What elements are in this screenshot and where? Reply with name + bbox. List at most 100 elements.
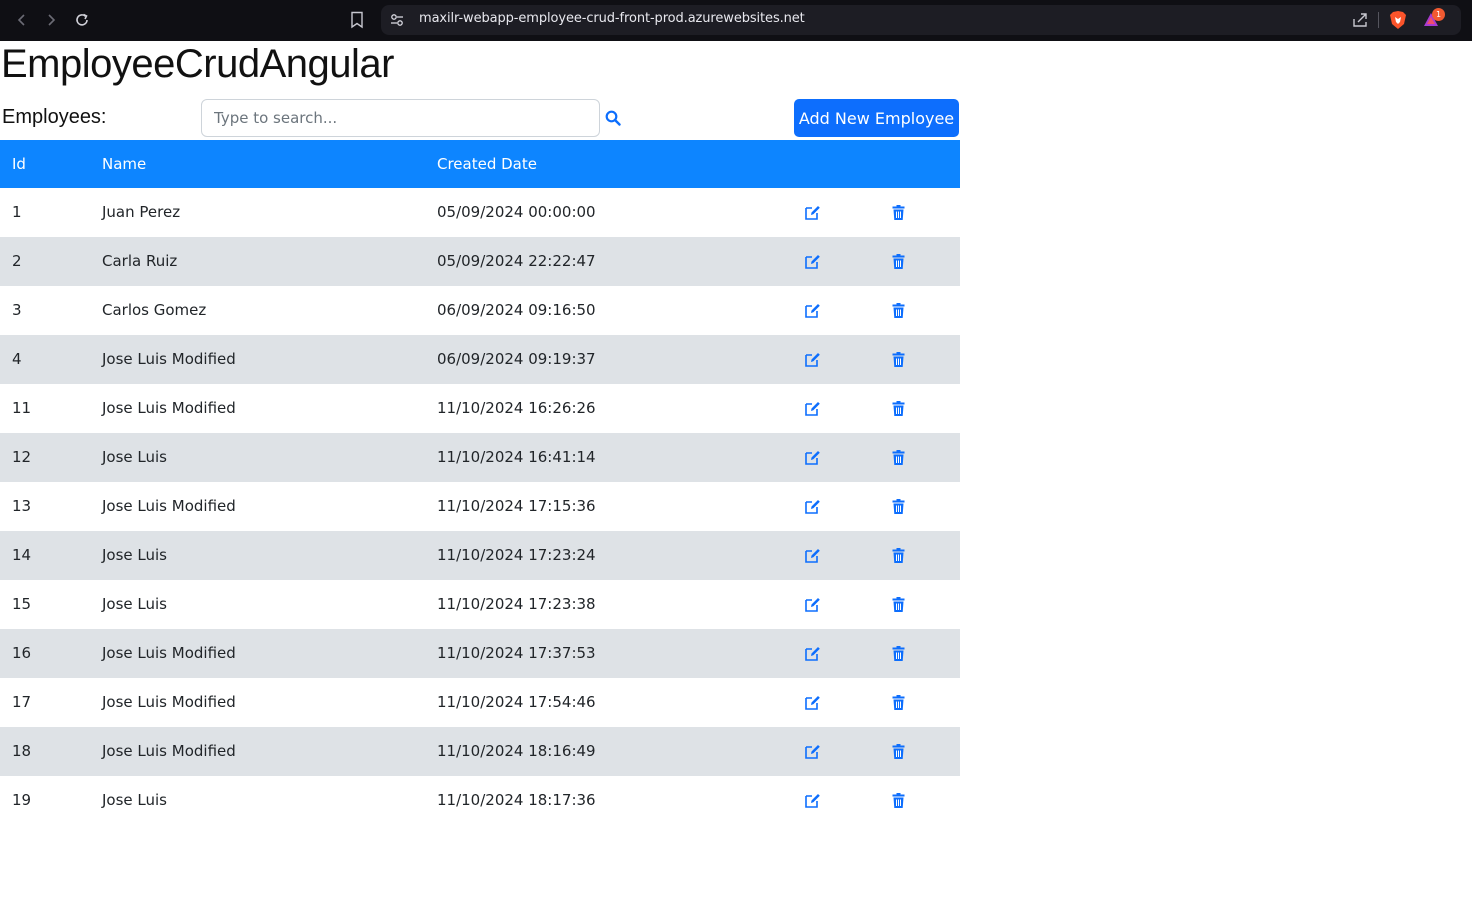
cell-created-date: 11/10/2024 16:41:14 — [437, 448, 596, 466]
column-header-id[interactable]: Id — [12, 140, 26, 188]
cell-id: 19 — [12, 791, 32, 809]
edit-icon[interactable] — [804, 743, 821, 760]
edit-icon[interactable] — [804, 351, 821, 368]
chevron-left-icon — [17, 14, 25, 26]
table-row: 17 Jose Luis Modified 11/10/2024 17:54:4… — [0, 678, 960, 727]
table-row: 2 Carla Ruiz 05/09/2024 22:22:47 — [0, 237, 960, 286]
trash-icon[interactable] — [890, 449, 907, 466]
edit-icon[interactable] — [804, 792, 821, 809]
cell-id: 1 — [12, 203, 22, 221]
table-row: 19 Jose Luis 11/10/2024 18:17:36 — [0, 776, 960, 825]
chevron-right-icon — [48, 14, 56, 26]
edit-icon[interactable] — [804, 449, 821, 466]
edit-icon[interactable] — [804, 498, 821, 515]
trash-icon[interactable] — [890, 547, 907, 564]
edit-icon[interactable] — [804, 596, 821, 613]
toolbar-divider — [1378, 12, 1379, 28]
reload-icon — [76, 13, 88, 26]
edit-icon[interactable] — [804, 694, 821, 711]
reload-button[interactable] — [71, 9, 93, 31]
forward-button[interactable] — [40, 9, 62, 31]
back-button[interactable] — [11, 9, 33, 31]
cell-created-date: 06/09/2024 09:19:37 — [437, 350, 596, 368]
edit-icon[interactable] — [804, 400, 821, 417]
cell-name: Jose Luis Modified — [102, 497, 236, 515]
table-row: 18 Jose Luis Modified 11/10/2024 18:16:4… — [0, 727, 960, 776]
cell-created-date: 11/10/2024 17:15:36 — [437, 497, 596, 515]
table-row: 16 Jose Luis Modified 11/10/2024 17:37:5… — [0, 629, 960, 678]
edit-icon[interactable] — [804, 204, 821, 221]
cell-name: Jose Luis Modified — [102, 644, 236, 662]
trash-icon[interactable] — [890, 645, 907, 662]
trash-icon[interactable] — [890, 694, 907, 711]
cell-created-date: 05/09/2024 00:00:00 — [437, 203, 596, 221]
cell-name: Carlos Gomez — [102, 301, 207, 319]
url-text: maxilr-webapp-employee-crud-front-prod.a… — [419, 11, 805, 26]
table-header: Id Name Created Date — [0, 140, 960, 188]
trash-icon[interactable] — [890, 351, 907, 368]
table-row: 11 Jose Luis Modified 11/10/2024 16:26:2… — [0, 384, 960, 433]
search-input[interactable] — [201, 99, 600, 137]
employees-label: Employees: — [2, 106, 107, 128]
cell-id: 3 — [12, 301, 22, 319]
cell-name: Carla Ruiz — [102, 252, 178, 270]
trash-icon[interactable] — [890, 596, 907, 613]
cell-created-date: 11/10/2024 16:26:26 — [437, 399, 596, 417]
table-row: 3 Carlos Gomez 06/09/2024 09:16:50 — [0, 286, 960, 335]
cell-created-date: 05/09/2024 22:22:47 — [437, 252, 596, 270]
table-row: 1 Juan Perez 05/09/2024 00:00:00 — [0, 188, 960, 237]
cell-name: Jose Luis — [102, 448, 167, 466]
brave-shields-icon[interactable] — [1389, 10, 1407, 30]
table-row: 15 Jose Luis 11/10/2024 17:23:38 — [0, 580, 960, 629]
add-new-employee-button[interactable]: Add New Employee — [794, 99, 959, 137]
trash-icon[interactable] — [890, 498, 907, 515]
cell-created-date: 11/10/2024 18:16:49 — [437, 742, 596, 760]
column-header-name[interactable]: Name — [102, 140, 146, 188]
employees-table: Id Name Created Date 1 Juan Perez 05/09/… — [0, 140, 960, 825]
cell-name: Jose Luis — [102, 595, 167, 613]
browser-toolbar: maxilr-webapp-employee-crud-front-prod.a… — [0, 0, 1472, 41]
cell-name: Jose Luis Modified — [102, 350, 236, 368]
cell-name: Jose Luis Modified — [102, 693, 236, 711]
trash-icon[interactable] — [890, 302, 907, 319]
table-row: 12 Jose Luis 11/10/2024 16:41:14 — [0, 433, 960, 482]
cell-id: 15 — [12, 595, 32, 613]
cell-id: 14 — [12, 546, 32, 564]
cell-name: Jose Luis Modified — [102, 399, 236, 417]
site-settings-icon[interactable] — [389, 12, 405, 28]
edit-icon[interactable] — [804, 645, 821, 662]
cell-id: 11 — [12, 399, 32, 417]
share-icon[interactable] — [1351, 11, 1369, 29]
cell-created-date: 11/10/2024 17:37:53 — [437, 644, 596, 662]
cell-created-date: 11/10/2024 18:17:36 — [437, 791, 596, 809]
trash-icon[interactable] — [890, 792, 907, 809]
edit-icon[interactable] — [804, 547, 821, 564]
cell-id: 13 — [12, 497, 32, 515]
cell-id: 16 — [12, 644, 32, 662]
trash-icon[interactable] — [890, 204, 907, 221]
cell-created-date: 11/10/2024 17:23:38 — [437, 595, 596, 613]
cell-id: 17 — [12, 693, 32, 711]
trash-icon[interactable] — [890, 743, 907, 760]
table-row: 13 Jose Luis Modified 11/10/2024 17:15:3… — [0, 482, 960, 531]
cell-id: 4 — [12, 350, 22, 368]
table-body: 1 Juan Perez 05/09/2024 00:00:00 2 Carla… — [0, 188, 960, 825]
cell-id: 12 — [12, 448, 32, 466]
address-bar[interactable]: maxilr-webapp-employee-crud-front-prod.a… — [381, 5, 1461, 35]
notification-badge: 1 — [1432, 8, 1445, 21]
cell-created-date: 06/09/2024 09:16:50 — [437, 301, 596, 319]
cell-name: Jose Luis — [102, 791, 167, 809]
bookmark-icon[interactable] — [349, 11, 365, 29]
cell-created-date: 11/10/2024 17:54:46 — [437, 693, 596, 711]
table-row: 4 Jose Luis Modified 06/09/2024 09:19:37 — [0, 335, 960, 384]
column-header-created-date[interactable]: Created Date — [437, 140, 537, 188]
table-row: 14 Jose Luis 11/10/2024 17:23:24 — [0, 531, 960, 580]
page-title: EmployeeCrudAngular — [1, 42, 394, 86]
cell-id: 18 — [12, 742, 32, 760]
search-icon[interactable] — [605, 110, 621, 126]
trash-icon[interactable] — [890, 253, 907, 270]
trash-icon[interactable] — [890, 400, 907, 417]
edit-icon[interactable] — [804, 302, 821, 319]
edit-icon[interactable] — [804, 253, 821, 270]
cell-name: Jose Luis Modified — [102, 742, 236, 760]
